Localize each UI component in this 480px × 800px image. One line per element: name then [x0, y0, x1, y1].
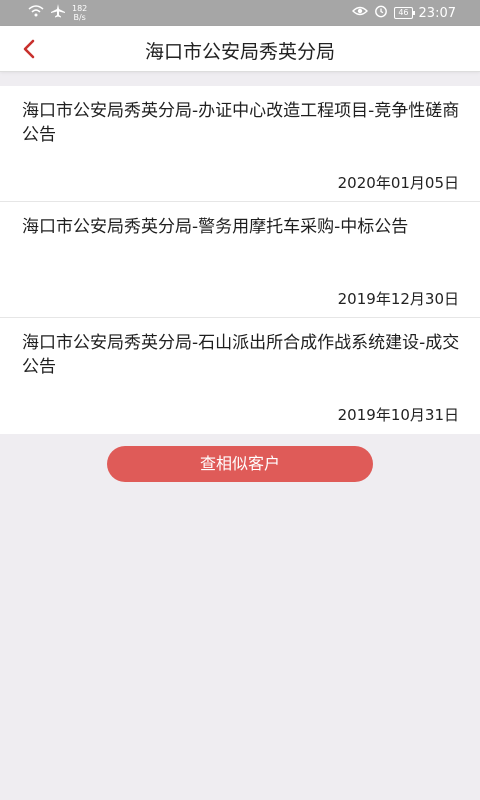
- list-item[interactable]: 海口市公安局秀英分局-警务用摩托车采购-中标公告 2019年12月30日: [0, 202, 480, 318]
- notice-title: 海口市公安局秀英分局-警务用摩托车采购-中标公告: [22, 217, 409, 237]
- page-title: 海口市公安局秀英分局: [144, 41, 335, 63]
- find-similar-customers-button[interactable]: 查相似客户: [107, 446, 373, 482]
- status-bar: 182 B/s 46 23:07: [0, 0, 480, 26]
- alarm-icon: [374, 4, 388, 22]
- notice-date: 2019年10月31日: [337, 406, 459, 424]
- network-speed: 182 B/s: [72, 4, 87, 22]
- notice-list: 海口市公安局秀英分局-办证中心改造工程项目-竞争性磋商公告 2020年01月05…: [0, 86, 480, 434]
- wifi-icon: [28, 5, 44, 21]
- header: 海口市公安局秀英分局: [0, 26, 480, 72]
- airplane-icon: [50, 4, 66, 22]
- clock: 23:07: [418, 5, 456, 21]
- speed-value: 182: [72, 4, 88, 13]
- list-item[interactable]: 海口市公安局秀英分局-石山派出所合成作战系统建设-成交公告 2019年10月31…: [0, 318, 480, 434]
- list-item[interactable]: 海口市公安局秀英分局-办证中心改造工程项目-竞争性磋商公告 2020年01月05…: [0, 86, 480, 202]
- eye-icon: [352, 5, 369, 21]
- status-right: 46 23:07: [352, 4, 456, 22]
- notice-date: 2020年01月05日: [337, 174, 459, 192]
- notice-date: 2019年12月30日: [337, 290, 459, 308]
- status-left: 182 B/s: [28, 4, 87, 22]
- battery-icon: 46: [394, 7, 415, 19]
- notice-title: 海口市公安局秀英分局-石山派出所合成作战系统建设-成交公告: [22, 333, 460, 377]
- speed-unit: B/s: [73, 13, 86, 22]
- notice-title: 海口市公安局秀英分局-办证中心改造工程项目-竞争性磋商公告: [22, 101, 460, 145]
